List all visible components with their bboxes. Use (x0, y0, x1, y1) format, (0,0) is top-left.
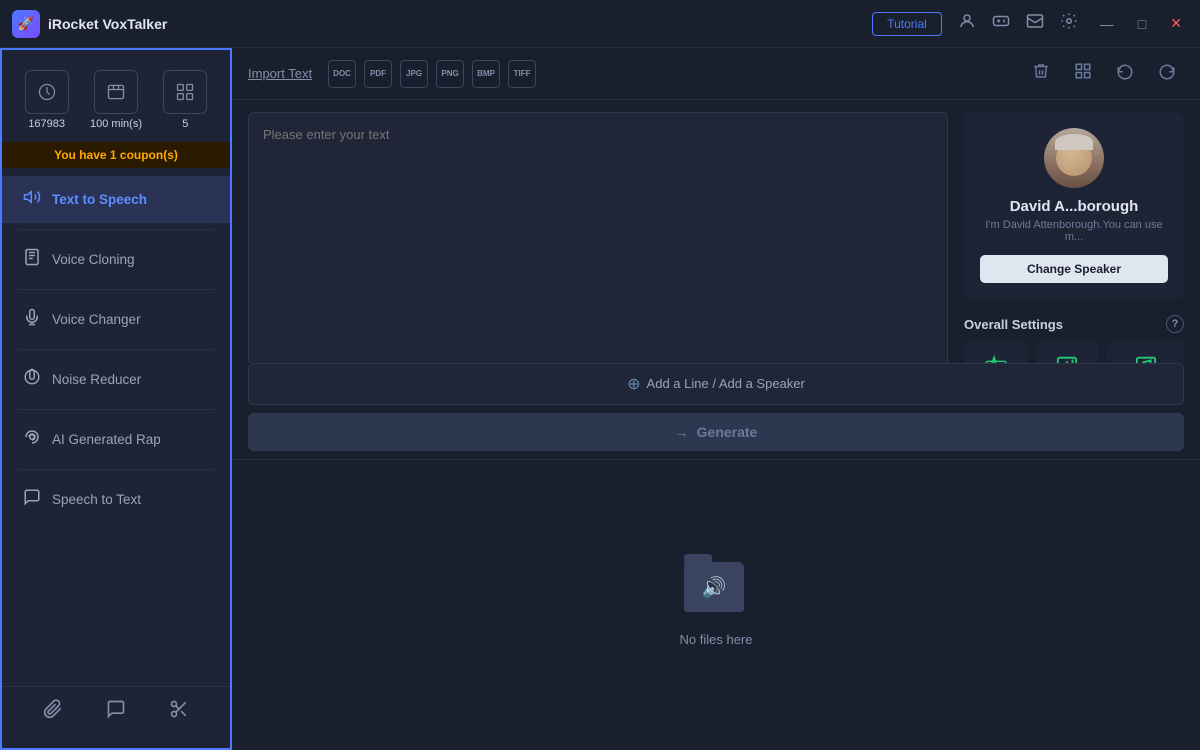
characters-icon-box (25, 70, 69, 114)
nav-divider-3 (18, 349, 214, 350)
speaker-icon: 🔊 (702, 575, 727, 600)
nav-label-ai-generated-rap: AI Generated Rap (52, 432, 161, 447)
bmp-icon[interactable]: BMP (472, 60, 500, 88)
speech-to-text-icon (22, 488, 42, 511)
content-inner: Import Text DOC PDF JPG PNG BMP TIFF (232, 48, 1200, 750)
nav-label-voice-changer: Voice Changer (52, 312, 141, 327)
app-logo: 🚀 (12, 10, 40, 38)
content-area: Import Text DOC PDF JPG PNG BMP TIFF (232, 48, 1200, 750)
generate-arrow-icon: → (675, 424, 689, 440)
settings-icon[interactable] (1060, 12, 1078, 35)
overall-settings-header: Overall Settings ? (964, 307, 1184, 341)
tutorial-button[interactable]: Tutorial (872, 12, 942, 36)
ai-generated-rap-icon (22, 428, 42, 451)
add-line-button[interactable]: ⊕ Add a Line / Add a Speaker (248, 363, 1184, 405)
count-value: 5 (182, 118, 188, 130)
sidebar-bottom (2, 686, 230, 736)
voice-changer-icon (22, 308, 42, 331)
nav-divider-4 (18, 409, 214, 410)
main-layout: 167983 100 min(s) 5 You have 1 coupon(s) (0, 48, 1200, 750)
maximize-button[interactable]: □ (1132, 14, 1152, 34)
right-panel: David A...borough I'm David Attenborough… (964, 112, 1184, 363)
title-bar: 🚀 iRocket VoxTalker Tutorial — □ ✕ (0, 0, 1200, 48)
stat-characters: 167983 (25, 70, 69, 130)
pdf-icon[interactable]: PDF (364, 60, 392, 88)
scissors-icon[interactable] (169, 699, 189, 724)
speaker-card: David A...borough I'm David Attenborough… (964, 112, 1184, 299)
jpg-icon[interactable]: JPG (400, 60, 428, 88)
attach-icon[interactable] (43, 699, 63, 724)
files-empty-icon: 🔊 (684, 562, 748, 622)
nav-label-noise-reducer: Noise Reducer (52, 372, 141, 387)
app-title: iRocket VoxTalker (48, 16, 872, 32)
text-editor[interactable] (248, 112, 948, 363)
speed-icon (980, 351, 1012, 363)
help-icon[interactable]: ? (1166, 315, 1184, 333)
main-editor-col: Medium Medium (248, 112, 948, 363)
nav-label-speech-to-text: Speech to Text (52, 492, 141, 507)
minutes-value: 100 min(s) (90, 118, 142, 130)
settings-grid: Speed Pitch (964, 341, 1184, 363)
text-to-speech-icon (22, 188, 42, 211)
coupon-banner: You have 1 coupon(s) (2, 142, 230, 168)
speed-setting[interactable]: Speed (964, 341, 1028, 363)
nav-label-voice-cloning: Voice Cloning (52, 252, 135, 267)
files-area: 🔊 No files here (232, 459, 1200, 750)
sidebar-item-text-to-speech[interactable]: Text to Speech (2, 176, 230, 223)
add-line-label: Add a Line / Add a Speaker (647, 376, 805, 391)
sidebar-item-ai-generated-rap[interactable]: AI Generated Rap (2, 416, 230, 463)
redo-action[interactable] (1150, 58, 1184, 89)
generate-label: Generate (697, 424, 758, 440)
speaker-name: David A...borough (980, 198, 1168, 215)
files-box: 🔊 (684, 562, 744, 612)
minimize-button[interactable]: — (1094, 14, 1120, 34)
stat-minutes: 100 min(s) (90, 70, 142, 130)
undo-action[interactable] (1108, 58, 1142, 89)
editor-row: Medium Medium (232, 100, 1200, 363)
pitch-icon (1051, 351, 1083, 363)
add-line-icon: ⊕ (627, 374, 640, 394)
pitch-setting[interactable]: Pitch (1036, 341, 1100, 363)
music-setting[interactable]: Music (1107, 341, 1184, 363)
import-text-link[interactable]: Import Text (248, 66, 312, 81)
user-icon[interactable] (958, 12, 976, 35)
overall-settings-label: Overall Settings (964, 317, 1063, 332)
nav-divider-2 (18, 289, 214, 290)
game-icon[interactable] (992, 12, 1010, 35)
sidebar-item-noise-reducer[interactable]: Noise Reducer (2, 356, 230, 403)
grid-action[interactable] (1066, 58, 1100, 89)
chat-icon[interactable] (106, 699, 126, 724)
minutes-icon-box (94, 70, 138, 114)
nav-divider-1 (18, 229, 214, 230)
change-speaker-button[interactable]: Change Speaker (980, 255, 1168, 283)
stats-row: 167983 100 min(s) 5 (2, 62, 230, 142)
nav-label-text-to-speech: Text to Speech (52, 192, 147, 207)
stat-count: 5 (163, 70, 207, 130)
sidebar: 167983 100 min(s) 5 You have 1 coupon(s) (0, 48, 232, 750)
sidebar-item-voice-cloning[interactable]: Voice Cloning (2, 236, 230, 283)
mail-icon[interactable] (1026, 12, 1044, 35)
toolbar: Import Text DOC PDF JPG PNG BMP TIFF (232, 48, 1200, 100)
voice-cloning-icon (22, 248, 42, 271)
delete-action[interactable] (1024, 58, 1058, 89)
speaker-avatar (1044, 128, 1104, 188)
sidebar-item-voice-changer[interactable]: Voice Changer (2, 296, 230, 343)
png-icon[interactable]: PNG (436, 60, 464, 88)
count-icon-box (163, 70, 207, 114)
characters-value: 167983 (28, 118, 65, 130)
speaker-desc: I'm David Attenborough.You can use m... (980, 219, 1168, 243)
titlebar-icons (958, 12, 1078, 35)
generate-button[interactable]: → Generate (248, 413, 1184, 451)
music-icon (1130, 351, 1162, 363)
noise-reducer-icon (22, 368, 42, 391)
nav-divider-5 (18, 469, 214, 470)
doc-icon[interactable]: DOC (328, 60, 356, 88)
bottom-bar: ⊕ Add a Line / Add a Speaker → Generate (232, 363, 1200, 459)
tiff-icon[interactable]: TIFF (508, 60, 536, 88)
close-button[interactable]: ✕ (1164, 13, 1188, 34)
no-files-label: No files here (680, 632, 753, 647)
sidebar-item-speech-to-text[interactable]: Speech to Text (2, 476, 230, 523)
window-controls: — □ ✕ (1094, 13, 1188, 34)
